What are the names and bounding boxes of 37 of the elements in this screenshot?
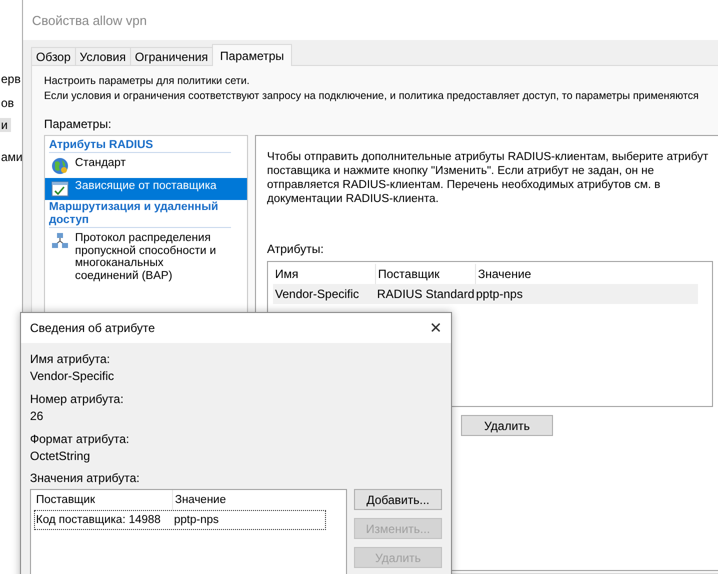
column-header[interactable]: Значение (173, 490, 325, 510)
tab[interactable]: Обзор (31, 47, 76, 66)
background-window-text: ерв (0, 72, 22, 86)
settings-item[interactable]: Зависящие от поставщика (45, 178, 247, 200)
values-label: Значения атрибута: (30, 471, 141, 485)
settings-group-header: Маршрутизация и удаленный доступ (49, 201, 231, 228)
tab[interactable]: Ограничения (130, 47, 214, 66)
field-value: Vendor-Specific (30, 368, 116, 385)
field-label: Номер атрибута: (30, 391, 125, 408)
field-label: Формат атрибута: (30, 431, 130, 448)
settings-label: Параметры: (44, 117, 112, 131)
field-value: 26 (30, 408, 44, 425)
close-button[interactable]: ✕ (421, 314, 451, 342)
settings-item[interactable]: Стандарт (45, 155, 247, 177)
settings-item[interactable]: Протокол распределения пропускной способности и многоканальных соединений (BAP) (45, 230, 247, 284)
column-header[interactable]: Поставщик (34, 490, 173, 510)
window-title: Свойства allow vpn (32, 12, 147, 28)
description-text: Чтобы отправить дополнительные атрибуты RADIUS-клиентам, выберите атрибут поставщика и нажмите кнопку "Изменить". Если атрибут не задан, он не отправляется RADIUS-клиентам. Перечень необходимых атрибутов см. в документации RADIUS-клиента. (267, 150, 710, 206)
network-icon (51, 232, 69, 250)
background-window-text: ами (0, 150, 23, 164)
dialog-button[interactable]: Добавить... (354, 489, 442, 510)
intro-text: Настроить параметры для политики сети. (44, 74, 251, 89)
table-row[interactable]: Код поставщика: 14988 pptp-nps (34, 510, 326, 530)
field-label: Имя атрибута: (30, 351, 111, 368)
table-row[interactable]: Vendor-Specific RADIUS Standard pptp-nps (273, 284, 698, 304)
dialog-title: Сведения об атрибуте (30, 321, 155, 335)
globe-icon (51, 157, 69, 175)
intro-text: Если условия и ограничения соответствуют запросу на подключение, и политика предоставляет доступ, то параметры применяются (44, 89, 700, 104)
column-header[interactable]: Значение (476, 264, 688, 284)
tab[interactable]: Параметры (212, 44, 292, 66)
delete-button[interactable]: Удалить (461, 415, 553, 436)
background-window-text: ов (0, 96, 16, 110)
background-window-text: и (0, 118, 11, 132)
attributes-label: Атрибуты: (267, 242, 325, 256)
settings-group-header: Атрибуты RADIUS (49, 139, 231, 153)
checklist-icon (51, 180, 69, 198)
field-value: OctetString (30, 448, 92, 465)
